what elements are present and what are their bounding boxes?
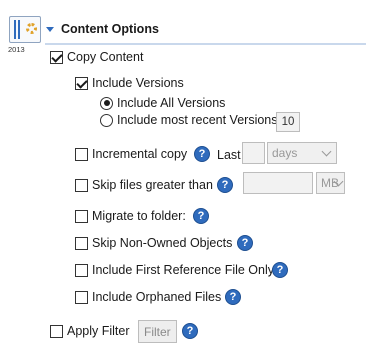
include-versions-checkbox[interactable] bbox=[75, 76, 88, 90]
first-reference-label: Include First Reference File Only bbox=[92, 263, 275, 277]
incremental-unit-value: days bbox=[272, 146, 298, 160]
migrate-folder-option[interactable]: Migrate to folder: bbox=[75, 209, 186, 223]
apply-filter-checkbox[interactable] bbox=[50, 324, 63, 338]
app-icon-bar bbox=[14, 20, 16, 39]
gear-icon bbox=[26, 23, 37, 34]
include-recent-versions-option[interactable]: Include most recent Versions bbox=[100, 113, 278, 127]
include-versions-label: Include Versions bbox=[92, 76, 184, 90]
orphaned-files-label: Include Orphaned Files bbox=[92, 290, 222, 304]
first-reference-checkbox[interactable] bbox=[75, 263, 88, 277]
include-all-versions-option[interactable]: Include All Versions bbox=[100, 96, 225, 110]
first-reference-option[interactable]: Include First Reference File Only bbox=[75, 263, 274, 277]
incremental-copy-option[interactable]: Incremental copy bbox=[75, 147, 187, 161]
skip-non-owned-option[interactable]: Skip Non-Owned Objects bbox=[75, 236, 232, 250]
help-icon[interactable]: ? bbox=[194, 146, 210, 162]
chevron-down-icon bbox=[321, 146, 332, 156]
incremental-copy-checkbox[interactable] bbox=[75, 147, 88, 161]
incremental-last-input[interactable] bbox=[242, 142, 265, 164]
skip-non-owned-checkbox[interactable] bbox=[75, 236, 88, 250]
sharepoint-app-icon bbox=[9, 16, 41, 43]
skip-non-owned-label: Skip Non-Owned Objects bbox=[92, 236, 233, 250]
skip-files-checkbox[interactable] bbox=[75, 178, 88, 192]
orphaned-files-checkbox[interactable] bbox=[75, 290, 88, 304]
help-icon[interactable]: ? bbox=[272, 262, 288, 278]
help-icon[interactable]: ? bbox=[217, 177, 233, 193]
triangle-down-icon[interactable] bbox=[46, 26, 54, 32]
last-label: Last bbox=[217, 148, 241, 162]
skip-files-label: Skip files greater than bbox=[92, 178, 213, 192]
copy-content-option[interactable]: Copy Content bbox=[50, 50, 143, 64]
incremental-copy-label: Incremental copy bbox=[92, 147, 188, 161]
section-title: Content Options bbox=[61, 22, 159, 36]
app-icon-bar bbox=[18, 20, 20, 39]
help-icon[interactable]: ? bbox=[193, 208, 209, 224]
include-recent-versions-label: Include most recent Versions bbox=[117, 113, 278, 127]
apply-filter-option[interactable]: Apply Filter bbox=[50, 324, 130, 338]
header-divider bbox=[45, 43, 366, 45]
apply-filter-label: Apply Filter bbox=[67, 324, 130, 338]
include-versions-option[interactable]: Include Versions bbox=[75, 76, 184, 90]
help-icon[interactable]: ? bbox=[182, 323, 198, 339]
skip-files-unit-chevron[interactable] bbox=[316, 172, 345, 194]
copy-content-label: Copy Content bbox=[67, 50, 144, 64]
include-recent-versions-radio[interactable] bbox=[100, 113, 113, 127]
include-all-versions-label: Include All Versions bbox=[117, 96, 226, 110]
chevron-down-icon bbox=[333, 176, 344, 186]
copy-content-checkbox[interactable] bbox=[50, 50, 63, 64]
include-all-versions-radio[interactable] bbox=[100, 96, 113, 110]
skip-files-size-input[interactable] bbox=[243, 172, 313, 194]
incremental-unit-dropdown[interactable]: days bbox=[267, 142, 337, 164]
skip-files-option[interactable]: Skip files greater than bbox=[75, 178, 213, 192]
filter-button[interactable]: Filter bbox=[138, 320, 177, 343]
app-version-year: 2013 bbox=[8, 45, 25, 54]
migrate-folder-label: Migrate to folder: bbox=[92, 209, 186, 223]
help-icon[interactable]: ? bbox=[225, 289, 241, 305]
recent-versions-count-input[interactable]: 10 bbox=[276, 112, 300, 132]
orphaned-files-option[interactable]: Include Orphaned Files bbox=[75, 290, 221, 304]
help-icon[interactable]: ? bbox=[237, 235, 253, 251]
content-options-header[interactable]: Content Options bbox=[46, 22, 159, 36]
migrate-folder-checkbox[interactable] bbox=[75, 209, 88, 223]
